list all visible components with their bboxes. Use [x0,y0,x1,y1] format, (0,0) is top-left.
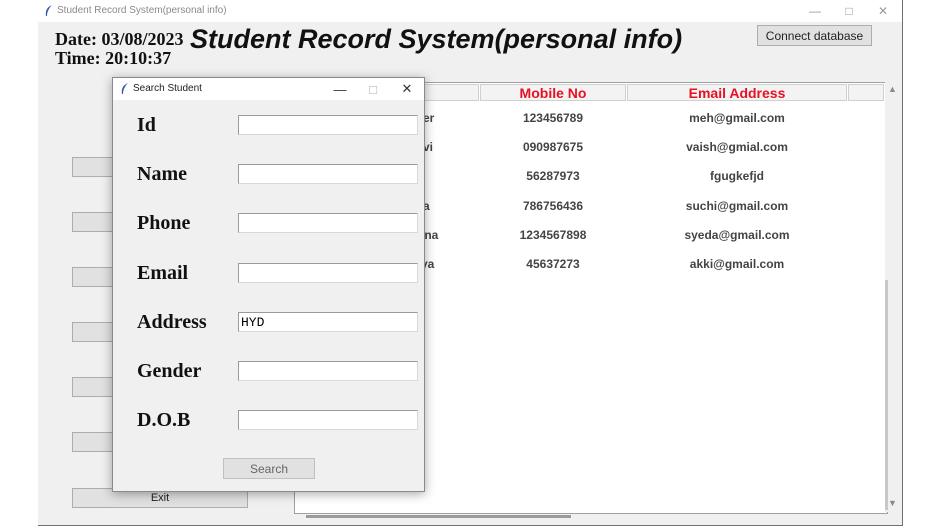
connect-database-button[interactable]: Connect database [757,25,872,46]
dialog-minimize-button[interactable]: — [323,78,357,100]
page-title: Student Record System(personal info) [190,24,683,54]
time-label: Time: 20:10:37 [55,48,172,68]
email-cell: meh@gmail.com [689,111,785,125]
mobile-cell: 090987675 [522,140,584,154]
email-cell: suchi@gmail.com [685,199,789,213]
main-titlebar: Student Record System(personal info) — □… [38,0,902,22]
main-window-title: Student Record System(personal info) [57,5,227,16]
close-button[interactable]: ✕ [866,0,900,22]
mobile-cell: 45637273 [526,257,580,271]
mobile-cell: 56287973 [526,169,580,183]
dialog-titlebar: Search Student — □ ✕ [113,78,424,100]
phone-label: Phone [137,212,191,234]
minimize-button[interactable]: — [798,0,832,22]
id-label: Id [137,114,156,136]
horizontal-scrollbar-thumb[interactable] [306,515,571,518]
scroll-up-icon[interactable]: ▲ [888,84,897,94]
maximize-button[interactable]: □ [832,0,866,22]
column-header-email[interactable]: Email Address [627,84,847,101]
phone-field[interactable] [238,213,418,233]
email-cell: akki@gmail.com [689,257,785,271]
search-button[interactable]: Search [223,458,315,479]
gender-field[interactable] [238,361,418,381]
date-label: Date: 03/08/2023 [55,29,184,49]
address-label: Address [137,311,207,333]
gender-label: Gender [137,360,202,382]
vertical-scrollbar-thumb[interactable] [885,280,888,510]
dialog-close-button[interactable]: ✕ [390,78,424,100]
name-label: Name [137,163,187,185]
email-label: Email [137,262,189,284]
name-field[interactable] [238,164,418,184]
feather-icon [45,5,52,16]
search-student-dialog: Search Student — □ ✕ Id Name Phone Email… [112,77,425,492]
scroll-down-icon[interactable]: ▼ [888,498,897,508]
mobile-cell: 1234567898 [519,228,587,242]
address-field[interactable] [238,312,418,332]
mobile-cell: 123456789 [522,111,584,125]
email-cell: vaish@gmial.com [686,140,788,154]
dialog-maximize-button[interactable]: □ [356,78,390,100]
email-field[interactable] [238,263,418,283]
dob-field[interactable] [238,410,418,430]
email-cell: fgugkefjd [710,169,764,183]
email-cell: syeda@gmail.com [684,228,790,242]
dob-label: D.O.B [137,409,191,431]
id-field[interactable] [238,115,418,135]
dialog-title: Search Student [133,83,202,94]
column-header-extra[interactable] [848,84,884,101]
feather-icon [121,83,128,94]
mobile-cell: 786756436 [522,199,584,213]
column-header-mobile[interactable]: Mobile No [480,84,626,101]
